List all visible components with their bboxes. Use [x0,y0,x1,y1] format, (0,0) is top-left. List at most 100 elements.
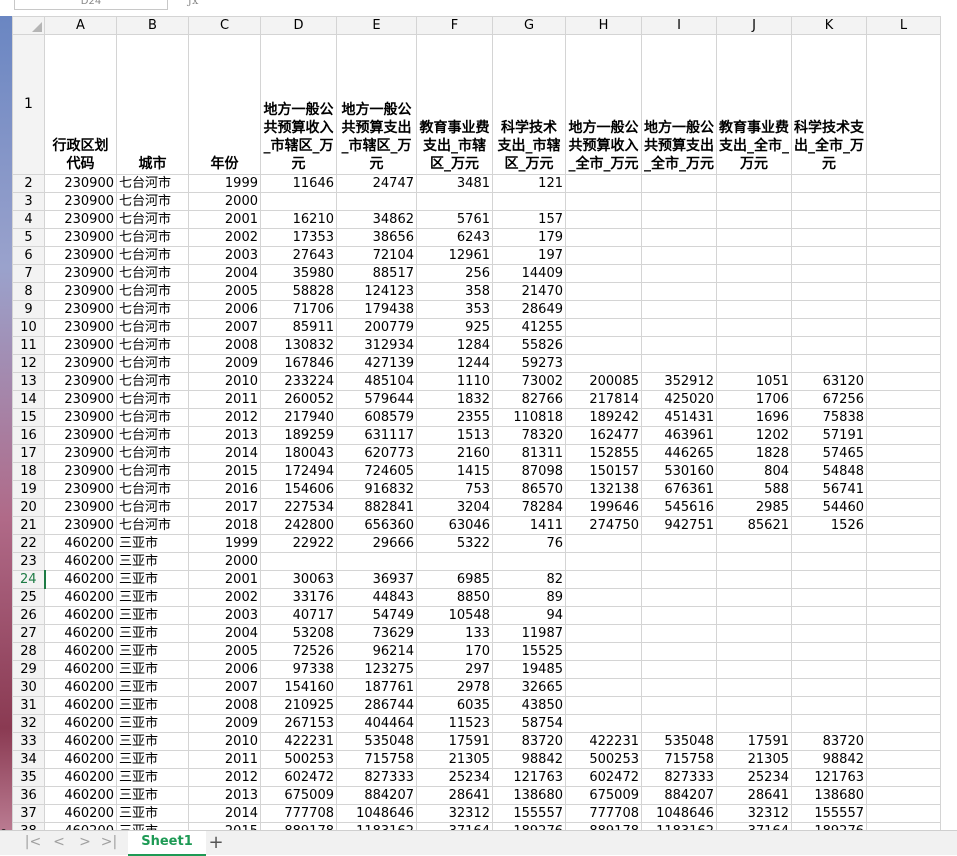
cell[interactable]: 602472 [260,768,337,787]
cell[interactable] [866,804,941,823]
cell[interactable]: 925 [416,318,493,337]
cell[interactable]: 59273 [492,354,566,373]
cell[interactable]: 827333 [641,768,717,787]
next-sheet-icon[interactable]: > [76,834,94,850]
header-cell[interactable]: 教育事业费支出_全市_万元 [716,34,792,175]
cell[interactable]: 2355 [416,408,493,427]
cell[interactable]: 217940 [260,408,337,427]
row-header[interactable]: 5 [12,228,45,247]
cell[interactable]: 884207 [336,786,417,805]
cell[interactable]: 三亚市 [116,750,189,769]
cell[interactable]: 98842 [791,750,867,769]
cell[interactable]: 230900 [44,390,117,409]
header-cell[interactable] [866,34,941,175]
cell[interactable]: 197 [492,246,566,265]
row-header[interactable]: 25 [12,588,45,607]
cell[interactable]: 2004 [188,264,261,283]
cell[interactable]: 267153 [260,714,337,733]
cell[interactable]: 227534 [260,498,337,517]
row-header[interactable]: 20 [12,498,45,517]
cell[interactable]: 28641 [716,786,792,805]
add-sheet-icon[interactable]: + [208,832,224,853]
cell[interactable] [791,318,867,337]
cell[interactable]: 1202 [716,426,792,445]
row-header[interactable]: 7 [12,264,45,283]
cell[interactable] [866,570,941,589]
cell[interactable]: 2006 [188,300,261,319]
cell[interactable]: 1183162 [336,822,417,830]
cell[interactable]: 162477 [565,426,642,445]
cell[interactable]: 94 [492,606,566,625]
cell[interactable]: 56741 [791,480,867,499]
column-header-c[interactable]: C [188,16,261,35]
row-header[interactable]: 11 [12,336,45,355]
cell[interactable] [641,660,717,679]
cell[interactable] [565,264,642,283]
cell[interactable]: 29666 [336,534,417,553]
cell[interactable] [866,480,941,499]
cell[interactable] [716,192,792,211]
cell[interactable]: 715758 [336,750,417,769]
cell[interactable] [791,264,867,283]
cell[interactable] [260,552,337,571]
cell[interactable]: 230900 [44,444,117,463]
cell[interactable] [791,282,867,301]
cell[interactable] [866,534,941,553]
cell[interactable]: 2985 [716,498,792,517]
cell[interactable]: 三亚市 [116,822,189,830]
cell[interactable]: 三亚市 [116,786,189,805]
row-header[interactable]: 4 [12,210,45,229]
cell[interactable]: 2012 [188,768,261,787]
row-header[interactable]: 16 [12,426,45,445]
cell[interactable]: 602472 [565,768,642,787]
cell[interactable]: 451431 [641,408,717,427]
cell[interactable]: 1048646 [641,804,717,823]
cell[interactable] [866,588,941,607]
cell[interactable] [866,678,941,697]
cell[interactable]: 154160 [260,678,337,697]
cell[interactable]: 2006 [188,660,261,679]
cell[interactable] [866,444,941,463]
cell[interactable]: 121763 [492,768,566,787]
cell[interactable]: 三亚市 [116,660,189,679]
row-header[interactable]: 37 [12,804,45,823]
row-header[interactable]: 33 [12,732,45,751]
cell[interactable]: 15525 [492,642,566,661]
row-header[interactable]: 18 [12,462,45,481]
cell[interactable]: 1832 [416,390,493,409]
cell[interactable] [866,174,941,193]
cell[interactable]: 七台河市 [116,516,189,535]
cell[interactable]: 460200 [44,570,117,589]
cell[interactable]: 2008 [188,696,261,715]
cell[interactable]: 88517 [336,264,417,283]
cell[interactable]: 37164 [416,822,493,830]
cell[interactable]: 1415 [416,462,493,481]
column-header-d[interactable]: D [260,16,337,35]
cell[interactable]: 12961 [416,246,493,265]
cell[interactable]: 6985 [416,570,493,589]
cell[interactable] [641,534,717,553]
cell[interactable]: 230900 [44,354,117,373]
cell[interactable] [866,642,941,661]
cell[interactable]: 22922 [260,534,337,553]
cell[interactable]: 54460 [791,498,867,517]
cell[interactable]: 2016 [188,480,261,499]
cell[interactable]: 217814 [565,390,642,409]
cell[interactable]: 545616 [641,498,717,517]
cell[interactable]: 三亚市 [116,588,189,607]
cell[interactable]: 230900 [44,174,117,193]
cell[interactable]: 98842 [492,750,566,769]
cell[interactable] [416,192,493,211]
header-cell[interactable]: 年份 [188,34,261,175]
cell[interactable] [641,246,717,265]
cell[interactable]: 132138 [565,480,642,499]
cell[interactable] [791,192,867,211]
cell[interactable] [641,264,717,283]
cell[interactable]: 40717 [260,606,337,625]
cell[interactable]: 230900 [44,192,117,211]
cell[interactable]: 460200 [44,696,117,715]
cell[interactable] [716,354,792,373]
cell[interactable]: 777708 [565,804,642,823]
cell[interactable]: 七台河市 [116,318,189,337]
row-header[interactable]: 28 [12,642,45,661]
